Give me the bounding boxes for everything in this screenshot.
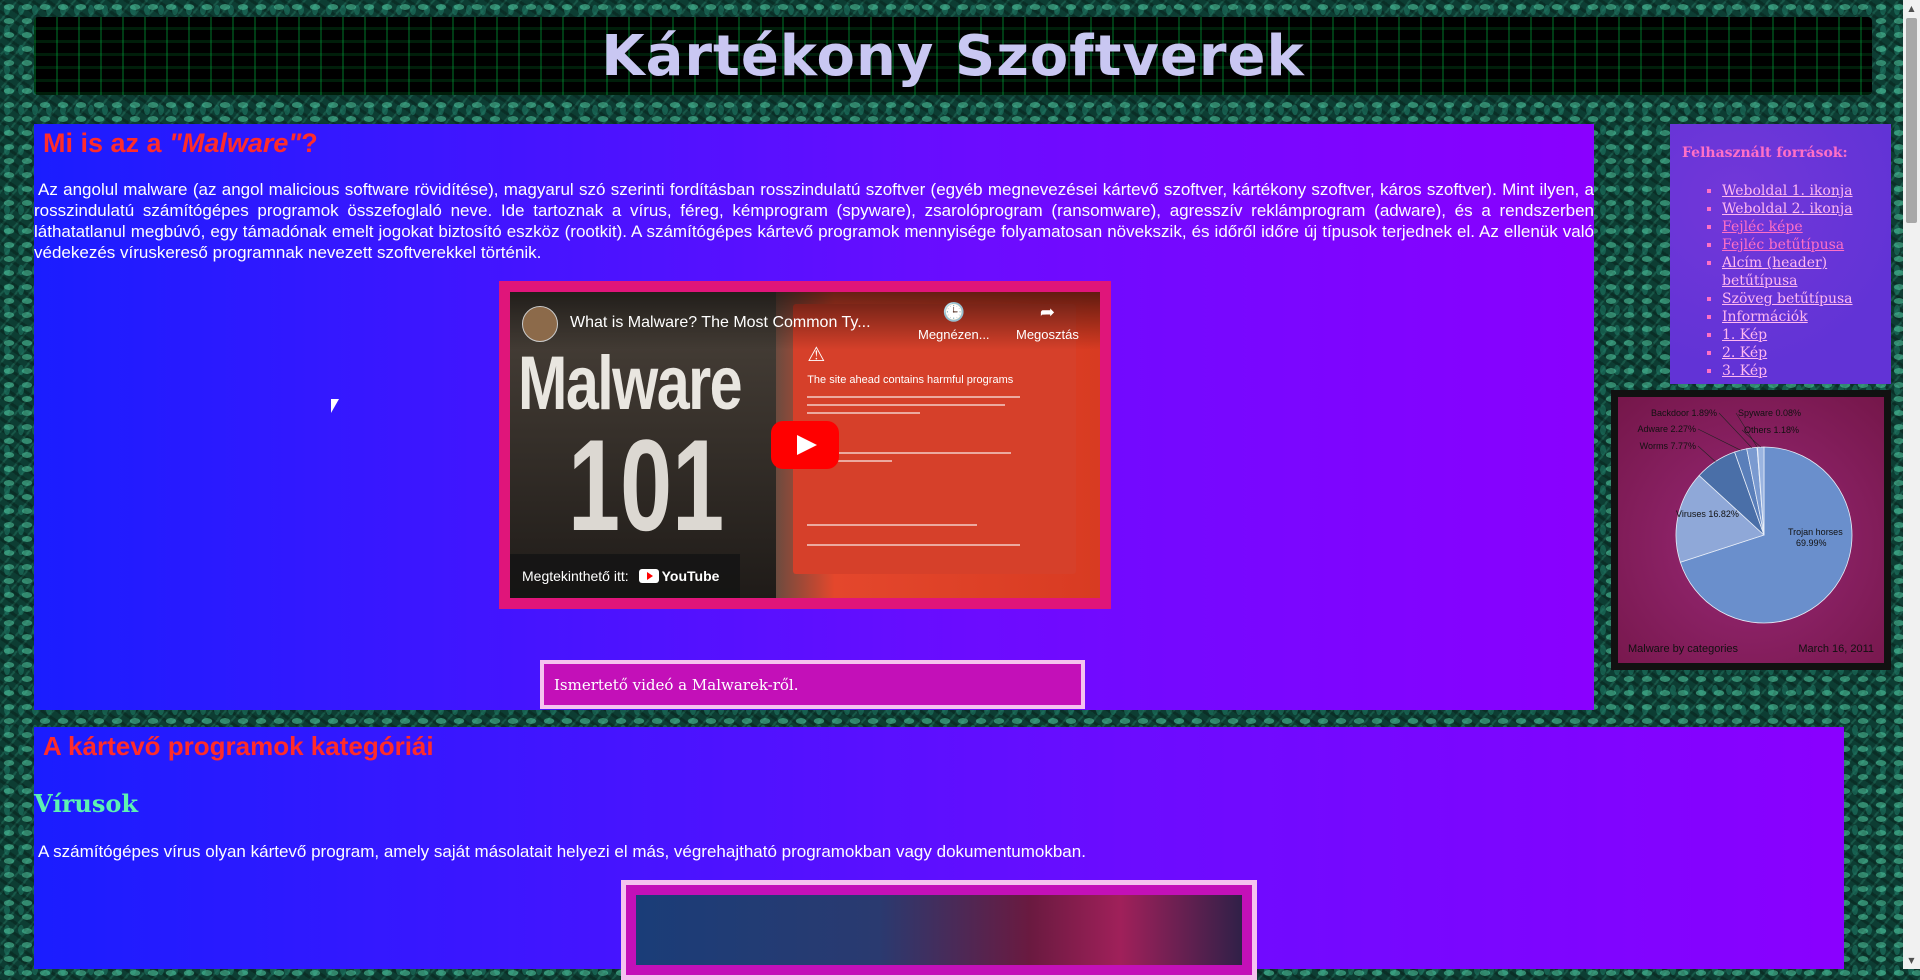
intro-heading: Mi is az a "Malware"? xyxy=(43,128,318,159)
sources-title: Felhasznált források: xyxy=(1682,145,1848,161)
pie-label-spyware: Spyware 0.08% xyxy=(1738,408,1801,418)
pie-label-others: Others 1.18% xyxy=(1744,425,1799,435)
source-link[interactable]: 2. Kép xyxy=(1722,345,1767,361)
intro-section: Mi is az a "Malware"? Az angolul malware… xyxy=(34,124,1594,710)
categories-section: A kártevő programok kategóriái Vírusok A… xyxy=(34,727,1844,980)
watch-later-button[interactable]: 🕒 Megnézen... xyxy=(918,302,990,342)
source-link[interactable]: Szöveg betűtípusa xyxy=(1722,291,1853,307)
scroll-down-arrow-icon[interactable]: ▼ xyxy=(1903,952,1920,969)
list-item: Weboldal 1. ikonja xyxy=(1722,182,1891,200)
pie-label-backdoor: Backdoor 1.89% xyxy=(1651,408,1717,418)
list-item: Fejléc betűtípusa xyxy=(1722,236,1891,254)
pie-leader-line xyxy=(1697,445,1716,462)
list-item: Szöveg betűtípusa xyxy=(1722,290,1891,308)
youtube-play-icon xyxy=(638,569,659,583)
youtube-logo-text: YouTube xyxy=(661,568,720,584)
screen-line xyxy=(807,396,1020,399)
video-embed[interactable]: Malware 101 ⚠ The site ahead contains ha… xyxy=(499,281,1111,609)
list-item: Weboldal 2. ikonja xyxy=(1722,200,1891,218)
list-item: Alcím (header) betűtípusa xyxy=(1722,254,1891,290)
watch-on-youtube-button[interactable]: Megtekinthető itt: YouTube xyxy=(510,554,740,598)
source-link[interactable]: Weboldal 1. ikonja xyxy=(1722,183,1853,199)
pie-leader-line xyxy=(1697,428,1741,451)
screen-heading: The site ahead contains harmful programs xyxy=(807,374,1014,387)
list-item: Fejléc képe xyxy=(1722,218,1891,236)
malware-pie-chart: Trojan horses 69.99% Viruses 16.82% Worms 7… xyxy=(1618,397,1884,663)
intro-heading-prefix: Mi is az a xyxy=(43,128,170,158)
video-player[interactable]: Malware 101 ⚠ The site ahead contains ha… xyxy=(510,292,1100,598)
malware-pie-chart-frame: Trojan horses 69.99% Viruses 16.82% Worms 7… xyxy=(1611,390,1891,670)
screen-line xyxy=(807,412,921,415)
youtube-logo: YouTube xyxy=(638,568,720,584)
watch-later-label: Megnézen... xyxy=(918,327,990,342)
pie-label-worms: Worms 7.77% xyxy=(1640,441,1696,451)
chart-footer-right: March 16, 2011 xyxy=(1798,643,1874,655)
share-label: Megosztás xyxy=(1016,327,1079,342)
intro-heading-emph: "Malware" xyxy=(169,128,302,158)
share-icon: ➦ xyxy=(1039,302,1055,322)
page-title: Kártékony Szoftverek xyxy=(601,23,1305,89)
vertical-scrollbar[interactable]: ▲ ▼ xyxy=(1903,0,1920,969)
mouse-cursor-icon xyxy=(331,399,339,413)
source-link[interactable]: 1. Kép xyxy=(1722,327,1767,343)
pie-svg: Trojan horses69.99% Viruses 16.82% Worms 7… xyxy=(1637,408,1853,624)
video-title[interactable]: What is Malware? The Most Common Ty... xyxy=(570,314,871,332)
list-item: 1. Kép xyxy=(1722,326,1891,344)
sources-box: Felhasznált források: Weboldal 1. ikonja… xyxy=(1670,124,1891,384)
share-button[interactable]: ➦ Megosztás xyxy=(1016,302,1079,342)
pie-label-adware: Adware 2.27% xyxy=(1637,424,1696,434)
virus-image xyxy=(636,895,1242,965)
viruses-text: A számítógépes vírus olyan kártevő progr… xyxy=(38,842,1086,861)
intro-paragraph: Az angolul malware (az angol malicious s… xyxy=(34,180,1594,262)
scroll-up-arrow-icon[interactable]: ▲ xyxy=(1903,0,1920,17)
pie-label-viruses: Viruses 16.82% xyxy=(1676,509,1739,519)
pie-label-trojan-horses: Trojan horses xyxy=(1788,527,1843,537)
source-link[interactable]: Alcím (header) betűtípusa xyxy=(1722,255,1827,289)
chart-footer: Malware by categories March 16, 2011 xyxy=(1628,643,1874,655)
source-link[interactable]: Weboldal 2. ikonja xyxy=(1722,201,1853,217)
source-link[interactable]: Fejléc betűtípusa xyxy=(1722,237,1844,253)
video-big-text-2: 101 xyxy=(568,412,725,558)
list-item: 2. Kép xyxy=(1722,344,1891,362)
screen-line xyxy=(807,544,1020,547)
source-link[interactable]: Információk xyxy=(1722,309,1808,325)
virus-image-frame xyxy=(621,880,1257,980)
viruses-heading: Vírusok xyxy=(34,789,138,818)
sources-list: Weboldal 1. ikonja Weboldal 2. ikonja Fe… xyxy=(1682,182,1891,380)
list-item: Információk xyxy=(1722,308,1891,326)
channel-avatar[interactable] xyxy=(522,306,558,342)
intro-heading-suffix: ? xyxy=(301,128,318,158)
pie-label-trojan-horses-value: 69.99% xyxy=(1796,538,1827,548)
source-link[interactable]: Fejléc képe xyxy=(1722,219,1803,235)
screen-line xyxy=(807,524,978,527)
page-header: Kártékony Szoftverek xyxy=(34,17,1872,95)
chart-footer-left: Malware by categories xyxy=(1628,643,1739,655)
play-button[interactable] xyxy=(771,421,839,469)
screen-line xyxy=(807,404,1006,407)
source-link[interactable]: 3. Kép xyxy=(1722,363,1767,379)
scrollbar-thumb[interactable] xyxy=(1906,18,1917,223)
list-item: 3. Kép xyxy=(1722,362,1891,380)
video-caption: Ismertető videó a Malwarek-ről. xyxy=(540,660,1085,709)
watch-on-label: Megtekinthető itt: xyxy=(522,568,629,584)
categories-heading: A kártevő programok kategóriái xyxy=(43,731,434,761)
clock-icon: 🕒 xyxy=(942,302,965,322)
